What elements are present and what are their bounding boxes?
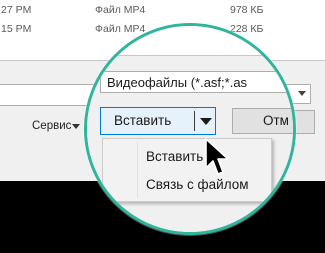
split-divider [194,111,195,131]
chevron-down-icon[interactable] [298,91,306,96]
file-row[interactable]: 27 PM Файл MP4 978 КБ [0,0,325,20]
file-date-cell: 15 PM [1,23,32,35]
chevron-down-icon[interactable] [72,124,80,129]
file-type-cell: Файл MP4 [95,4,146,16]
menu-item-label: Вставить [146,149,204,164]
insert-button-label[interactable]: Вставить [114,113,171,128]
insert-split-button[interactable]: Вставить [100,107,216,135]
file-type-dropdown[interactable]: Видеофайлы (*.asf;*.as [100,71,293,93]
mouse-cursor-icon [205,138,229,175]
menu-item-label: Связь с файлом [146,177,249,192]
file-date-cell: 27 PM [1,4,32,16]
magnifier-callout: Видеофайлы (*.asf;*.as Вставить Отм Вста… [84,23,296,235]
file-size-cell: 978 КБ [230,4,264,16]
magnified-dialog: Видеофайлы (*.asf;*.as Вставить Отм Вста… [87,26,293,232]
cancel-button-label: Отм [263,113,289,128]
file-type-dropdown-value: Видеофайлы (*.asf;*.as [107,75,248,90]
tools-button-label[interactable]: Сервис [32,120,71,132]
file-list [87,26,293,55]
cancel-button[interactable]: Отм [232,108,293,134]
menu-item-insert[interactable]: Вставить [103,145,271,169]
file-name-input[interactable] [0,84,100,106]
chevron-down-icon[interactable] [200,118,212,125]
menu-item-link-to-file[interactable]: Связь с файлом [103,173,271,197]
insert-dropdown-menu: Вставить Связь с файлом [102,138,272,202]
